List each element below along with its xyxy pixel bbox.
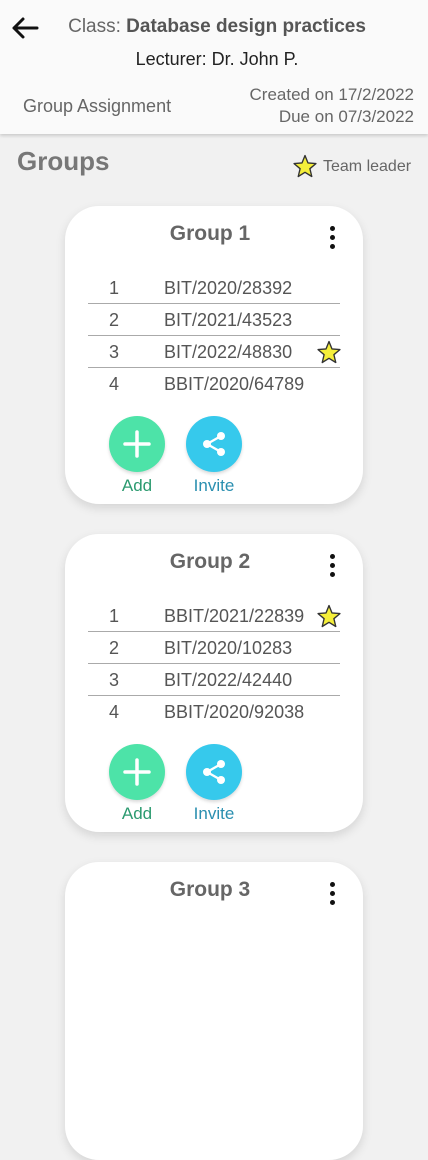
member-list: 1 BBIT/2021/22839 2 BIT/2020/10283 3 BIT/2022… (88, 600, 341, 727)
member-row: 1 BBIT/2021/22839 (88, 600, 341, 632)
member-number: 4 (109, 702, 120, 722)
member-id: BIT/2020/28392 (164, 278, 293, 298)
assignment-type: Group Assignment (23, 96, 172, 116)
leader-star-icon (317, 604, 341, 628)
more-options-icon[interactable] (327, 882, 337, 910)
member-number: 3 (109, 342, 120, 362)
group-card: Group 3 (65, 862, 363, 1160)
groups-section-title: Groups (17, 146, 110, 176)
class-prefix: Class: (68, 16, 127, 37)
add-label: Add (121, 804, 153, 823)
member-row: 3 BIT/2022/42440 (88, 664, 340, 696)
plus-icon (123, 430, 151, 458)
member-row: 1 BIT/2020/28392 (88, 272, 340, 304)
member-id: BIT/2021/43523 (164, 310, 293, 330)
group-title: Group 3 (169, 878, 251, 901)
member-id: BBIT/2020/92038 (164, 702, 305, 722)
team-leader-legend: Team leader (292, 154, 411, 179)
star-icon (293, 154, 317, 178)
group-title: Group 1 (169, 222, 251, 245)
more-options-icon[interactable] (327, 554, 337, 582)
member-row: 2 BIT/2021/43523 (88, 304, 340, 336)
legend-label: Team leader (323, 157, 412, 175)
leader-star-icon (317, 340, 341, 364)
member-number: 1 (109, 278, 120, 298)
member-number: 1 (109, 606, 120, 626)
class-name: Database design practices (126, 16, 366, 37)
group-card: Group 1 1 BIT/2020/28392 2 BIT/2021/43523 3 BI… (65, 206, 363, 504)
invite-button[interactable]: Invite (184, 416, 244, 496)
more-options-icon[interactable] (327, 226, 337, 254)
group-card: Group 2 1 BBIT/2021/22839 2 BIT/2020/10283 3 B… (65, 534, 363, 832)
member-list: 1 BIT/2020/28392 2 BIT/2021/43523 3 BIT/2022/… (88, 272, 341, 399)
group-title: Group 2 (169, 550, 251, 573)
share-icon (203, 760, 225, 784)
due-date: Due on 07/3/2022 (278, 107, 414, 126)
member-number: 4 (109, 374, 120, 394)
add-member-button[interactable]: Add (107, 416, 167, 496)
member-id: BIT/2022/42440 (164, 670, 293, 690)
invite-label: Invite (193, 476, 235, 495)
member-number: 2 (109, 310, 120, 330)
member-id: BBIT/2020/64789 (164, 374, 305, 394)
add-member-button[interactable]: Add (107, 744, 167, 824)
member-row: 4 BBIT/2020/92038 (88, 696, 340, 727)
member-row: 3 BIT/2022/48830 (88, 336, 341, 368)
created-date: Created on 17/2/2022 (249, 85, 414, 104)
member-id: BIT/2022/48830 (164, 342, 293, 362)
member-number: 2 (109, 638, 120, 658)
member-row: 2 BIT/2020/10283 (88, 632, 340, 664)
add-label: Add (121, 476, 153, 495)
member-id: BBIT/2021/22839 (164, 606, 305, 626)
member-number: 3 (109, 670, 120, 690)
member-id: BIT/2020/10283 (164, 638, 293, 658)
class-title: Class: Database design practices (0, 16, 428, 38)
share-icon (203, 432, 225, 456)
invite-label: Invite (193, 804, 235, 823)
plus-icon (123, 758, 151, 786)
invite-button[interactable]: Invite (184, 744, 244, 824)
assignment-dates: Created on 17/2/2022 Due on 07/3/2022 (250, 84, 414, 128)
lecturer-name: Lecturer: Dr. John P. (135, 49, 299, 69)
member-row: 4 BBIT/2020/64789 (88, 368, 340, 399)
assignment-header: Class: Database design practices Lecture… (0, 0, 428, 134)
